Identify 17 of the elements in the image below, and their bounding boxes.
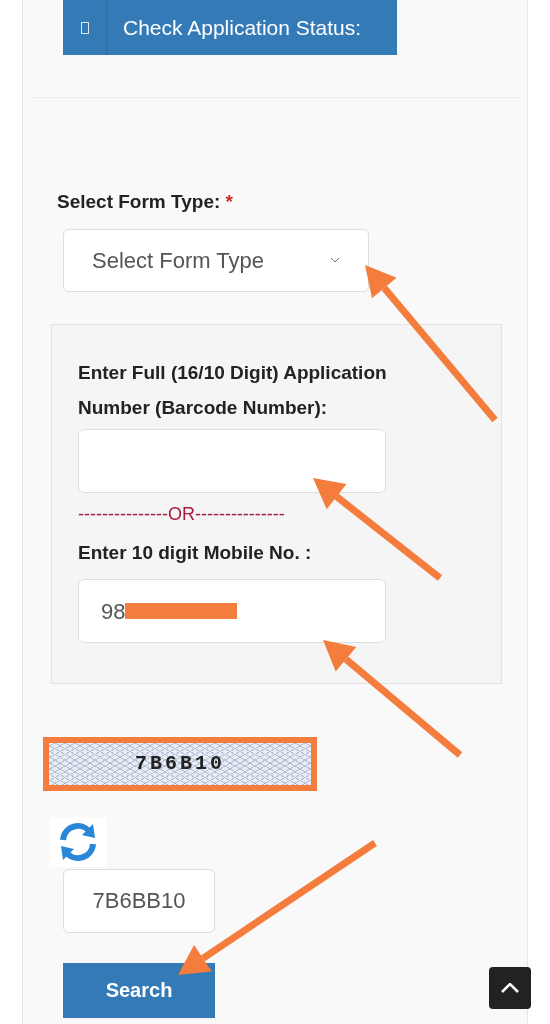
form-type-label: Select Form Type:: [57, 191, 222, 212]
chevron-down-icon: [330, 257, 340, 263]
refresh-button[interactable]: [49, 816, 107, 867]
check-status-button[interactable]: Check Application Status:: [63, 0, 397, 55]
search-button[interactable]: Search: [63, 962, 215, 1018]
captcha-field[interactable]: 7B6BB10: [63, 868, 215, 933]
application-number-label: Enter Full (16/10 Digit) Application Number (Barcode Number):: [78, 360, 388, 420]
form-type-select[interactable]: Select Form Type: [63, 228, 369, 292]
required-mark: *: [225, 191, 233, 212]
placeholder-glyph-icon: [80, 21, 89, 34]
or-separator: ---------------OR---------------: [78, 502, 286, 525]
scroll-top-button[interactable]: [489, 967, 531, 1009]
mobile-label: Enter 10 digit Mobile No. :: [78, 540, 313, 565]
application-number-field[interactable]: [78, 428, 386, 493]
chevron-up-icon: [501, 983, 519, 993]
captcha-image: 7B6B10: [43, 736, 317, 791]
mobile-field[interactable]: 98: [78, 579, 386, 643]
